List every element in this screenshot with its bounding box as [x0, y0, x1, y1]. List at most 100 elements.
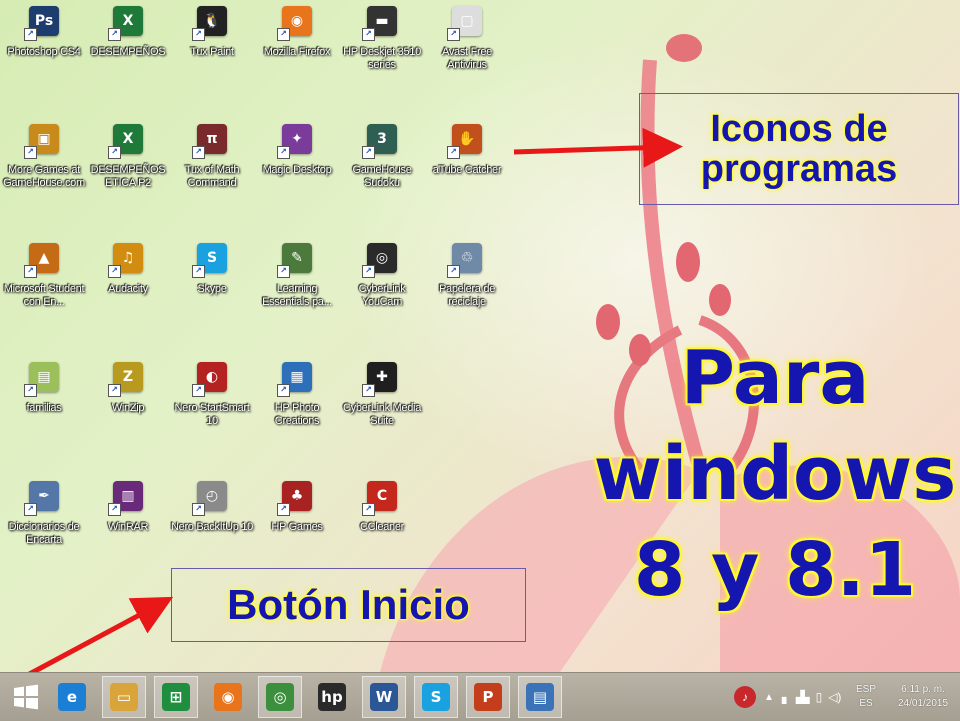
desktop-icon[interactable]: X ↗ DESEMPEÑOS ETICA P2 — [86, 124, 170, 232]
desktop-icon-label: Magic Desktop — [262, 164, 332, 176]
taskbar-app-button[interactable]: ⊞ — [154, 676, 198, 718]
desktop-icon[interactable]: 🐧 ↗ Tux Paint — [170, 6, 254, 114]
volume-icon[interactable]: ◁) — [828, 690, 841, 704]
desktop-icon[interactable]: ▦ ↗ HP Photo Creations — [255, 362, 339, 470]
desktop-icon-label: WinZip — [111, 402, 145, 414]
shortcut-arrow-icon: ↗ — [362, 503, 375, 516]
hp-games-icon: ♣ ↗ — [277, 481, 312, 516]
network-icon[interactable]: ▖▗▙ — [782, 690, 810, 704]
firefox-icon: ◉ ↗ — [277, 6, 312, 41]
taskbar-app-button[interactable]: ◉ — [206, 676, 250, 718]
windows-version-title: Para windows 8 y 8.1 — [593, 335, 957, 613]
system-tray: ♪ ▲ ▖▗▙ ▯ ◁) — [734, 673, 841, 721]
desktop-icon[interactable]: 3 ↗ GameHouse Sudoku — [340, 124, 424, 232]
desktop-icon[interactable]: X ↗ DESEMPEÑOS — [86, 6, 170, 114]
shortcut-arrow-icon: ↗ — [362, 28, 375, 41]
desktop-icon-label: Skype — [197, 283, 227, 295]
shortcut-arrow-icon: ↗ — [277, 503, 290, 516]
desktop-icon[interactable]: ▬ ↗ HP Deskjet 3510 series — [340, 6, 424, 114]
tux-paint-icon: 🐧 ↗ — [192, 6, 227, 41]
desktop-icon[interactable]: ▣ ↗ More Games at GameHouse.com — [2, 124, 86, 232]
desktop-icon-label: Learning Essentials pa... — [262, 283, 332, 308]
taskbar-app-button[interactable]: e — [50, 676, 94, 718]
microsoft-student-icon: ▲ ↗ — [24, 243, 59, 278]
desktop-icon[interactable]: S ↗ Skype — [170, 243, 254, 351]
desktop-icon[interactable]: ✦ ↗ Magic Desktop — [255, 124, 339, 232]
control-panel-icon: ▤ — [526, 683, 554, 711]
shortcut-arrow-icon: ↗ — [24, 503, 37, 516]
shortcut-arrow-icon: ↗ — [447, 28, 460, 41]
encarta-icon: ✒ ↗ — [24, 481, 59, 516]
shortcut-arrow-icon: ↗ — [108, 384, 121, 397]
desktop-icon[interactable]: ▤ ↗ familias — [2, 362, 86, 470]
shortcut-arrow-icon: ↗ — [24, 265, 37, 278]
media-suite-icon: ✚ ↗ — [362, 362, 397, 397]
desktop-icon[interactable]: ♫ ↗ Audacity — [86, 243, 170, 351]
desktop-icon-label: Photoshop CS4 — [7, 46, 81, 58]
desktop-icon[interactable]: Z ↗ WinZip — [86, 362, 170, 470]
desktop-icon-label: Papelera de reciclaje — [438, 283, 496, 308]
shortcut-arrow-icon: ↗ — [108, 28, 121, 41]
hp-photo-icon: ▦ ↗ — [277, 362, 312, 397]
nero-backitup-icon: ◴ ↗ — [192, 481, 227, 516]
input-language-code: ESP — [856, 684, 877, 695]
desktop-icon[interactable]: π ↗ Tux of Math Command — [170, 124, 254, 232]
desktop-icon[interactable]: ♲ ↗ Papelera de reciclaje — [425, 243, 509, 351]
desktop-icon[interactable]: ▲ ↗ Microsoft Student con En... — [2, 243, 86, 351]
desktop-icon[interactable]: ✒ ↗ Diccionarios de Encarta — [2, 481, 86, 589]
desktop-icon[interactable]: ◎ ↗ CyberLink YouCam — [340, 243, 424, 351]
shortcut-arrow-icon: ↗ — [108, 503, 121, 516]
shortcut-arrow-icon: ↗ — [192, 384, 205, 397]
battery-icon[interactable]: ▯ — [816, 690, 823, 704]
windows-start-icon — [14, 684, 38, 710]
desktop-icon[interactable]: ▥ ↗ WinRAR — [86, 481, 170, 589]
skype-icon: S ↗ — [192, 243, 227, 278]
gamehouse-icon: ▣ ↗ — [24, 124, 59, 159]
shortcut-arrow-icon: ↗ — [362, 146, 375, 159]
desktop-icon[interactable]: ✚ ↗ CyberLink Media Suite — [340, 362, 424, 470]
tray-app-icon[interactable]: ♪ — [734, 686, 756, 708]
word-icon: W — [370, 683, 398, 711]
shortcut-arrow-icon: ↗ — [277, 384, 290, 397]
input-language[interactable]: ESP ES — [856, 673, 876, 721]
shortcut-arrow-icon: ↗ — [192, 265, 205, 278]
desktop-icon[interactable]: ◐ ↗ Nero StartSmart 10 — [170, 362, 254, 470]
callout-program-icons-text: Iconos de programas — [700, 108, 898, 190]
desktop-icon[interactable]: ▢ ↗ Avast Free Antivirus — [425, 6, 509, 114]
shortcut-arrow-icon: ↗ — [192, 28, 205, 41]
clock[interactable]: 6:11 p. m. 24/01/2015 — [890, 673, 956, 721]
printer-icon: ▬ ↗ — [362, 6, 397, 41]
taskbar-app-button[interactable]: W — [362, 676, 406, 718]
hp-icon: hp — [318, 683, 346, 711]
shortcut-arrow-icon: ↗ — [192, 503, 205, 516]
shortcut-arrow-icon: ↗ — [108, 146, 121, 159]
taskbar-app-button[interactable]: ▭ — [102, 676, 146, 718]
taskbar-app-button[interactable]: ▤ — [518, 676, 562, 718]
desktop-icon[interactable]: Ps ↗ Photoshop CS4 — [2, 6, 86, 114]
desktop-icon-label: Nero BackItUp 10 — [170, 521, 254, 533]
shortcut-arrow-icon: ↗ — [362, 265, 375, 278]
desktop-icon-label: Tux Paint — [190, 46, 234, 58]
ccleaner-icon: C ↗ — [362, 481, 397, 516]
taskbar-app-button[interactable]: P — [466, 676, 510, 718]
start-button[interactable] — [4, 676, 48, 718]
taskbar-app-button[interactable]: ◎ — [258, 676, 302, 718]
desktop-icon[interactable]: ✎ ↗ Learning Essentials pa... — [255, 243, 339, 351]
chrome-icon: ◎ — [266, 683, 294, 711]
callout-start-button: Botón Inicio — [171, 568, 526, 642]
clock-time: 6:11 p. m. — [901, 684, 945, 695]
desktop-icon[interactable]: ◉ ↗ Mozilla Firefox — [255, 6, 339, 114]
desktop-icon-label: Avast Free Antivirus — [442, 46, 492, 71]
show-hidden-icons-chevron-icon[interactable]: ▲ — [764, 692, 774, 703]
desktop-icon-label: DESEMPEÑOS ETICA P2 — [90, 164, 166, 189]
taskbar-app-button[interactable]: hp — [310, 676, 354, 718]
excel-file-icon: X ↗ — [108, 6, 143, 41]
store-icon: ⊞ — [162, 683, 190, 711]
desktop-icon[interactable]: ✋ ↗ aTube Catcher — [425, 124, 509, 232]
file-icon: ▢ ↗ — [447, 6, 482, 41]
desktop-icon-label: GameHouse Sudoku — [352, 164, 412, 189]
youcam-icon: ◎ ↗ — [362, 243, 397, 278]
file-explorer-icon: ▭ — [110, 683, 138, 711]
taskbar-app-button[interactable]: S — [414, 676, 458, 718]
photoshop-icon: Ps ↗ — [24, 6, 59, 41]
